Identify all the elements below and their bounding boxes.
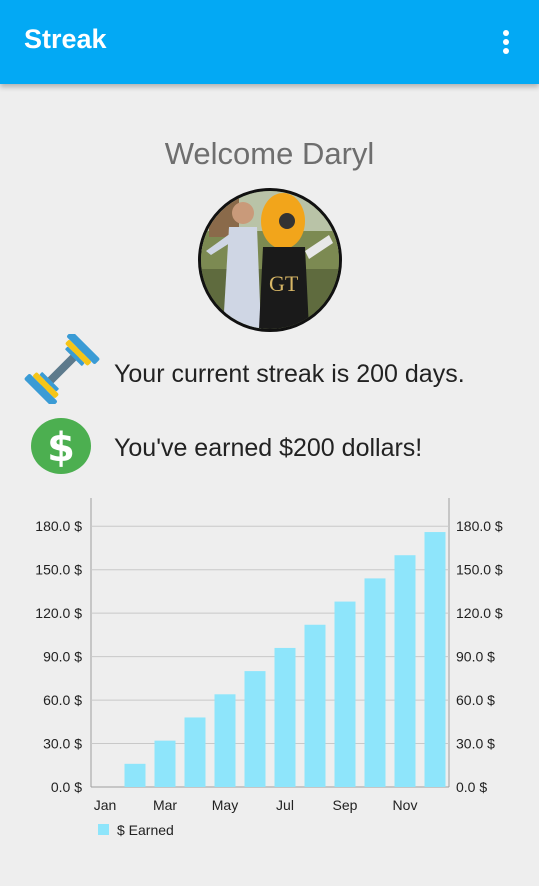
bar-sep (334, 601, 356, 787)
y-tick-label-left: 0.0 $ (51, 779, 82, 795)
bar-jun (244, 671, 266, 787)
y-tick-label-right: 120.0 $ (456, 605, 503, 621)
y-tick-label-left: 60.0 $ (43, 692, 82, 708)
bar-jul (274, 647, 296, 787)
y-tick-label-right: 180.0 $ (456, 518, 503, 534)
y-tick-label-left: 30.0 $ (43, 736, 82, 752)
legend-swatch (98, 824, 109, 835)
dollar-icon: $ (31, 418, 91, 474)
y-tick-label-right: 30.0 $ (456, 736, 495, 752)
x-tick-label: Jan (94, 797, 117, 813)
bar-oct (364, 578, 386, 787)
y-tick-label-left: 90.0 $ (43, 649, 82, 665)
x-tick-label: May (212, 797, 238, 813)
y-tick-label-left: 150.0 $ (35, 562, 82, 578)
bar-dec (424, 532, 446, 787)
x-tick-label: Nov (393, 797, 418, 813)
y-tick-label-right: 90.0 $ (456, 649, 495, 665)
bar-may (214, 694, 236, 787)
app-bar: Streak (0, 0, 539, 84)
y-tick-label-right: 0.0 $ (456, 779, 487, 795)
earnings-bar-chart: 0.0 $ 0.0 $ 30.0 $ 30.0 $ 60.0 $ 60.0 $ 90.0 $… (35, 498, 503, 838)
more-vert-icon[interactable] (494, 26, 518, 58)
streak-text: Your current streak is 200 days. (114, 360, 465, 388)
y-tick-label-right: 60.0 $ (456, 692, 495, 708)
welcome-heading: Welcome Daryl (164, 136, 375, 171)
y-tick-label-left: 180.0 $ (35, 518, 82, 534)
svg-text:$: $ (47, 425, 75, 471)
y-tick-label-right: 150.0 $ (456, 562, 503, 578)
bar-nov (394, 555, 416, 787)
x-tick-label: Sep (333, 797, 358, 813)
y-tick-label-left: 120.0 $ (35, 605, 82, 621)
bar-mar (154, 740, 176, 787)
x-tick-label: Jul (276, 797, 294, 813)
avatar: GT (198, 188, 342, 332)
legend-label: $ Earned (117, 822, 174, 838)
bar-aug (304, 624, 326, 787)
svg-text:GT: GT (269, 271, 299, 296)
app-title: Streak (24, 24, 107, 54)
bar-apr (184, 717, 206, 787)
x-tick-label: Mar (153, 797, 177, 813)
earned-text: You've earned $200 dollars! (114, 434, 423, 462)
barbell-icon (24, 331, 100, 407)
bar-feb (124, 763, 146, 787)
